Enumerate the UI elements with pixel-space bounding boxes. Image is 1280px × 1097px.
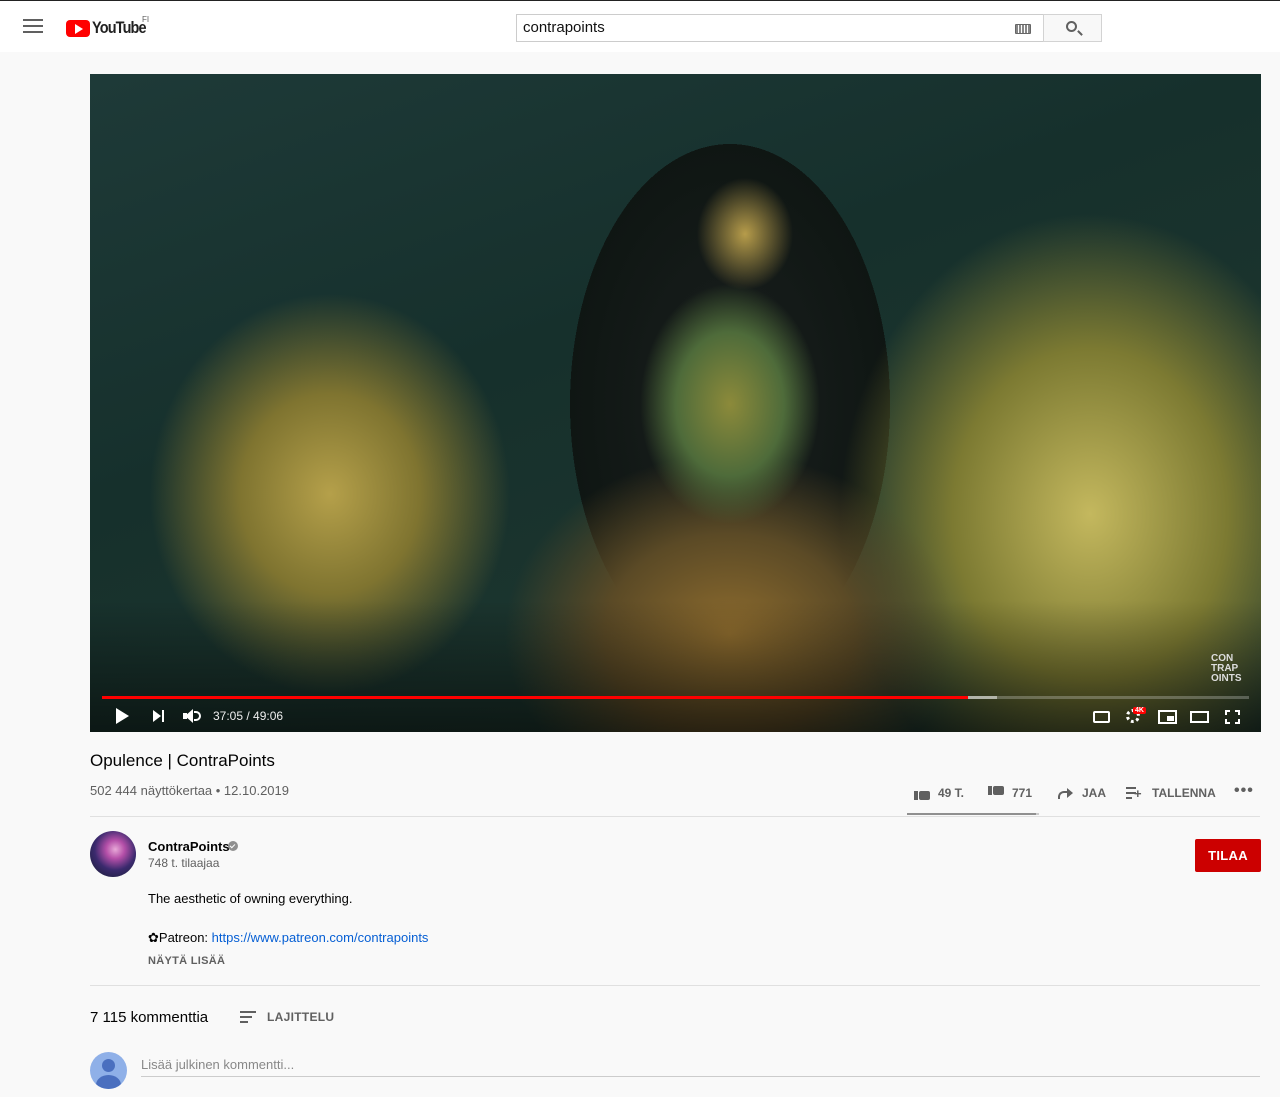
comment-input[interactable]: [141, 1053, 1260, 1077]
description-line: The aesthetic of owning everything.: [148, 891, 353, 906]
dislike-button[interactable]: 771: [988, 786, 1032, 800]
verified-icon: [228, 841, 238, 851]
patreon-prefix: ✿Patreon:: [148, 930, 212, 945]
share-label: JAA: [1082, 786, 1107, 800]
channel-name[interactable]: ContraPoints: [148, 839, 230, 854]
youtube-play-icon: [66, 19, 90, 37]
sentiment-bar: [907, 813, 1039, 815]
description-patreon: ✿Patreon: https://www.patreon.com/contra…: [148, 930, 428, 946]
progress-bar[interactable]: [102, 696, 1249, 699]
subtitles-icon[interactable]: [1093, 711, 1110, 723]
quality-badge: 4K: [1133, 707, 1146, 714]
video-views-date: 502 444 näyttökertaa • 12.10.2019: [90, 783, 289, 798]
subscribe-button[interactable]: TILAA: [1195, 839, 1261, 872]
sort-comments-button[interactable]: LAJITTELU: [240, 1010, 334, 1024]
video-actions: 49 T. 771 JAA TALLENNA •••: [906, 782, 1260, 804]
next-icon[interactable]: [153, 710, 165, 722]
search-bar: [516, 14, 1102, 42]
fullscreen-icon[interactable]: [1225, 710, 1240, 724]
dislike-count: 771: [1012, 786, 1033, 800]
masthead: YouTube FI: [0, 0, 1280, 52]
youtube-logo[interactable]: YouTube FI: [66, 15, 155, 39]
sentiment-like-fill: [907, 813, 1037, 815]
search-input[interactable]: [517, 15, 997, 40]
subscriber-count: 748 t. tilaajaa: [148, 856, 220, 870]
like-button[interactable]: 49 T.: [914, 786, 964, 800]
sort-icon: [240, 1011, 256, 1023]
video-player[interactable]: CON TRAP OINTS 37:05 / 49:06 4K: [90, 74, 1261, 732]
logo-text: YouTube: [92, 18, 147, 37]
progress-played: [102, 696, 968, 699]
like-count: 49 T.: [938, 786, 965, 800]
search-icon: [1066, 21, 1077, 32]
divider: [90, 985, 1260, 986]
country-code: FI: [142, 15, 150, 24]
save-label: TALLENNA: [1152, 786, 1216, 800]
comment-count: 7 115 kommenttia: [90, 1009, 209, 1026]
channel-watermark[interactable]: CON TRAP OINTS: [1211, 654, 1251, 688]
channel-avatar[interactable]: [90, 831, 136, 877]
thumb-down-icon: [988, 786, 1004, 800]
more-horiz-icon: •••: [1234, 782, 1254, 799]
divider: [90, 816, 1260, 817]
patreon-link[interactable]: https://www.patreon.com/contrapoints: [212, 930, 429, 945]
menu-icon[interactable]: [23, 19, 43, 35]
more-actions-button[interactable]: •••: [1234, 782, 1254, 799]
video-title: Opulence | ContraPoints: [90, 751, 275, 770]
share-button[interactable]: JAA: [1058, 786, 1106, 800]
show-more-button[interactable]: NÄYTÄ LISÄÄ: [148, 955, 225, 967]
save-button[interactable]: TALLENNA: [1126, 786, 1216, 800]
time-display: 37:05 / 49:06: [213, 709, 284, 723]
search-button[interactable]: [1043, 14, 1102, 42]
theater-mode-icon[interactable]: [1190, 711, 1209, 723]
search-box: [516, 14, 1043, 42]
player-controls: 37:05 / 49:06 4K: [90, 700, 1261, 732]
miniplayer-icon[interactable]: [1158, 710, 1177, 724]
user-avatar: [90, 1052, 127, 1089]
playlist-add-icon: [1126, 787, 1142, 799]
player-gradient: [90, 74, 1261, 732]
sort-label: LAJITTELU: [267, 1010, 335, 1024]
thumb-up-icon: [914, 786, 930, 800]
share-icon: [1058, 788, 1073, 799]
play-icon[interactable]: [116, 708, 129, 724]
keyboard-icon[interactable]: [1015, 24, 1031, 34]
